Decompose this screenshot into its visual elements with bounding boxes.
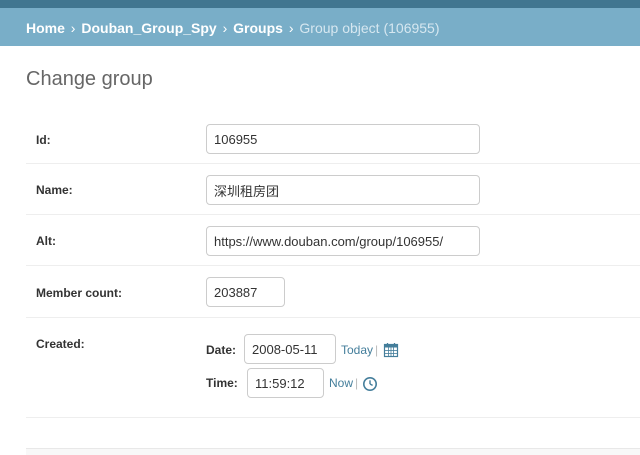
breadcrumb-separator: › (288, 20, 294, 36)
name-label: Name: (36, 183, 73, 197)
page-title: Change group (26, 68, 153, 90)
time-shortcuts: Now | (329, 376, 360, 390)
shortcut-divider: | (375, 343, 379, 357)
created-label: Created: (36, 337, 85, 351)
form-row-alt: Alt: (26, 215, 640, 266)
name-input[interactable] (206, 175, 480, 205)
member-count-label: Member count: (36, 286, 123, 300)
breadcrumb: Home › Douban_Group_Spy › Groups › Group… (0, 8, 640, 46)
shortcut-divider: | (355, 376, 359, 390)
id-label: Id: (36, 133, 51, 147)
time-label: Time: (206, 376, 238, 390)
form-row-created: Created: Date: Today| Time: Now| (26, 318, 640, 418)
now-link[interactable]: Now (329, 376, 353, 390)
date-label: Date: (206, 343, 237, 357)
date-shortcuts: Today | (341, 343, 380, 357)
form-row-member-count: Member count: (26, 266, 640, 318)
clock-icon[interactable] (362, 376, 378, 392)
breadcrumb-separator: › (222, 20, 228, 36)
form-row-name: Name: (26, 164, 640, 215)
breadcrumb-current: Group object (106955) (299, 20, 440, 36)
top-header-bar (0, 0, 640, 8)
today-link[interactable]: Today (341, 343, 373, 357)
breadcrumb-model-link[interactable]: Groups (233, 20, 283, 36)
id-input[interactable] (206, 124, 480, 154)
member-count-input[interactable] (206, 277, 285, 307)
date-input[interactable] (244, 334, 336, 364)
breadcrumb-home-link[interactable]: Home (26, 20, 65, 36)
form-row-id: Id: (26, 114, 640, 164)
alt-label: Alt: (36, 234, 56, 248)
breadcrumb-app-link[interactable]: Douban_Group_Spy (81, 20, 216, 36)
calendar-icon[interactable] (383, 342, 399, 358)
alt-input[interactable] (206, 226, 480, 256)
time-input[interactable] (247, 368, 324, 398)
breadcrumb-separator: › (70, 20, 76, 36)
submit-row-edge (26, 448, 640, 455)
